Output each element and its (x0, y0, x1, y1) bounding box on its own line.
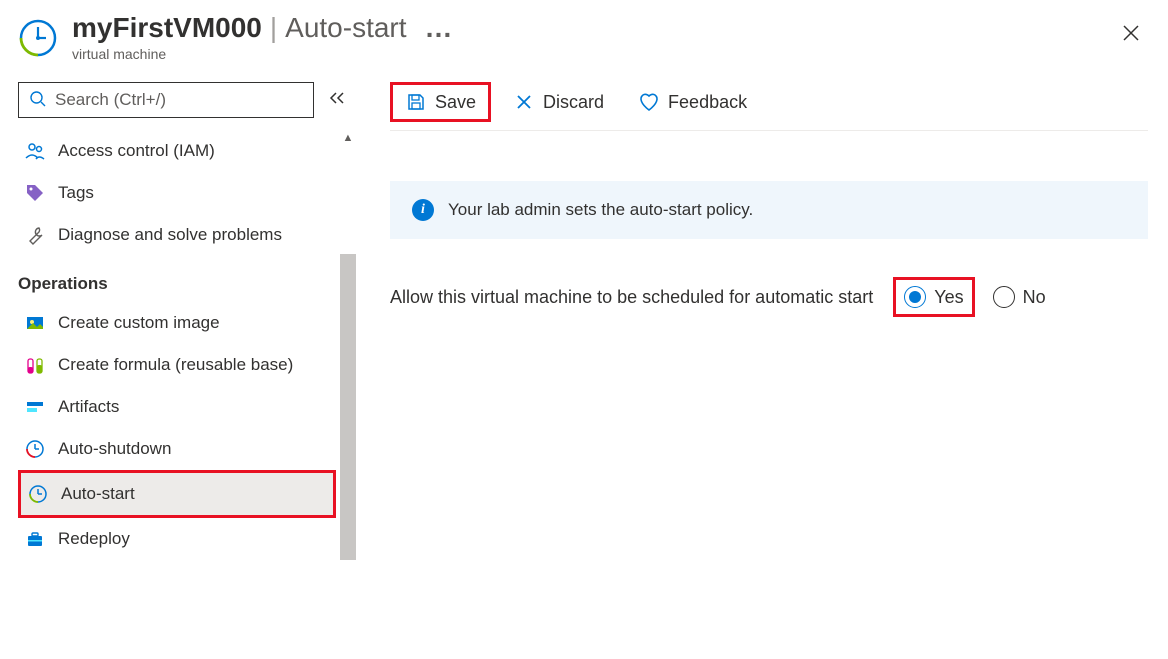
radio-circle-checked (904, 286, 926, 308)
sidebar-item-label: Auto-shutdown (58, 439, 171, 459)
auto-start-radio-group: Yes No (893, 277, 1045, 317)
sidebar-item-label: Tags (58, 183, 94, 203)
sidebar-item-artifacts[interactable]: Artifacts (18, 386, 336, 428)
artifacts-icon (24, 396, 46, 418)
sidebar-item-redeploy[interactable]: Redeploy (18, 518, 336, 560)
discard-label: Discard (543, 92, 604, 113)
sidebar-item-label: Create custom image (58, 313, 220, 333)
radio-yes[interactable]: Yes (893, 277, 974, 317)
title-separator: | (270, 12, 277, 44)
info-banner-text: Your lab admin sets the auto-start polic… (448, 200, 753, 220)
sidebar-item-label: Diagnose and solve problems (58, 225, 282, 245)
clock-start-icon (27, 483, 49, 505)
main-content: Save Discard Feedback i Your lab admin s… (360, 72, 1168, 656)
save-button[interactable]: Save (390, 82, 491, 122)
close-button[interactable] (1112, 18, 1150, 54)
tag-icon (24, 182, 46, 204)
sidebar-item-create-formula[interactable]: Create formula (reusable base) (18, 344, 336, 386)
heart-icon (638, 91, 660, 113)
radio-yes-label: Yes (934, 287, 963, 308)
more-button[interactable]: … (415, 12, 454, 44)
sidebar-item-access-control[interactable]: Access control (IAM) (18, 130, 336, 172)
resource-type: virtual machine (72, 46, 1098, 62)
page-header: myFirstVM000 | Auto-start … virtual mach… (0, 0, 1168, 72)
sidebar-nav: Access control (IAM) Tags Diagnose and s… (18, 130, 360, 560)
radio-no-label: No (1023, 287, 1046, 308)
save-label: Save (435, 92, 476, 113)
image-icon (24, 312, 46, 334)
toolbar: Save Discard Feedback (390, 82, 1148, 131)
radio-dot (909, 291, 921, 303)
sidebar-item-auto-start[interactable]: Auto-start (18, 470, 336, 518)
discard-icon (513, 91, 535, 113)
resource-clock-icon (18, 18, 58, 58)
section-name: Auto-start (285, 12, 406, 44)
sidebar-item-label: Redeploy (58, 529, 130, 549)
info-icon: i (412, 199, 434, 221)
setting-label: Allow this virtual machine to be schedul… (390, 287, 873, 308)
radio-circle-unchecked (993, 286, 1015, 308)
resource-name: myFirstVM000 (72, 12, 262, 44)
briefcase-icon (24, 528, 46, 550)
sidebar-item-diagnose[interactable]: Diagnose and solve problems (18, 214, 336, 256)
search-input[interactable] (55, 90, 303, 110)
sidebar-item-label: Artifacts (58, 397, 119, 417)
feedback-label: Feedback (668, 92, 747, 113)
wrench-icon (24, 224, 46, 246)
section-header-operations: Operations (18, 256, 336, 302)
formula-icon (24, 354, 46, 376)
save-icon (405, 91, 427, 113)
sidebar: Access control (IAM) Tags Diagnose and s… (0, 72, 360, 656)
header-titles: myFirstVM000 | Auto-start … virtual mach… (72, 12, 1098, 62)
sidebar-item-label: Auto-start (61, 484, 135, 504)
search-box[interactable] (18, 82, 314, 118)
clock-shutdown-icon (24, 438, 46, 460)
info-banner: i Your lab admin sets the auto-start pol… (390, 181, 1148, 239)
sidebar-item-tags[interactable]: Tags (18, 172, 336, 214)
collapse-sidebar-button[interactable] (324, 87, 350, 114)
auto-start-setting-row: Allow this virtual machine to be schedul… (390, 277, 1148, 317)
people-icon (24, 140, 46, 162)
sidebar-item-auto-shutdown[interactable]: Auto-shutdown (18, 428, 336, 470)
sidebar-scrollbar[interactable]: ▲ (340, 130, 356, 560)
radio-no[interactable]: No (993, 286, 1046, 308)
feedback-button[interactable]: Feedback (626, 85, 759, 119)
discard-button[interactable]: Discard (501, 85, 616, 119)
sidebar-item-label: Create formula (reusable base) (58, 355, 293, 375)
sidebar-item-label: Access control (IAM) (58, 141, 215, 161)
sidebar-item-create-custom-image[interactable]: Create custom image (18, 302, 336, 344)
scrollbar-thumb[interactable] (340, 254, 356, 560)
scroll-up-arrow[interactable]: ▲ (340, 130, 356, 146)
search-icon (29, 90, 47, 111)
